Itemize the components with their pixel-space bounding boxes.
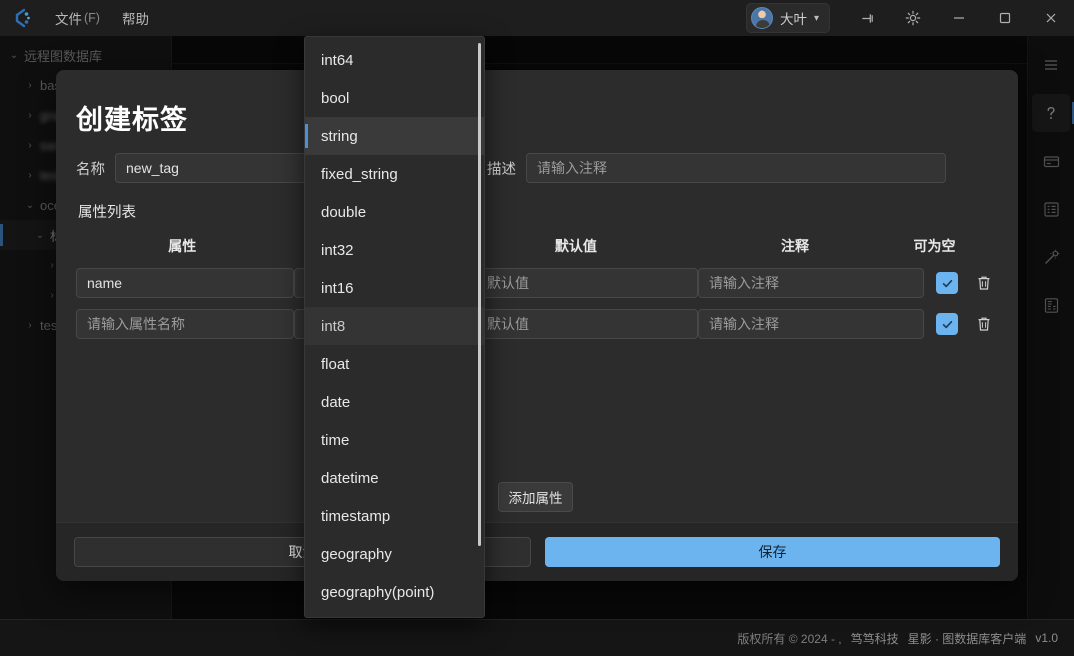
footer-company: 笃笃科技: [850, 631, 899, 646]
app-window: 文件 (F) 帮助 大叶 ▾ ⌄ 远程图数据库 › bas › › › ⌄ oc…: [0, 0, 1074, 656]
nullable-cell: [924, 313, 971, 335]
dropdown-option-bool[interactable]: bool: [305, 79, 484, 117]
save-button[interactable]: 保存: [545, 537, 1000, 567]
title-bar: 文件 (F) 帮助 大叶 ▾: [0, 0, 1074, 36]
gear-icon[interactable]: [890, 0, 936, 36]
dropdown-option-string[interactable]: string: [305, 117, 484, 155]
dropdown-option-fixed_string[interactable]: fixed_string: [305, 155, 484, 193]
name-label: 名称: [76, 161, 105, 178]
delete-cell: [971, 316, 998, 333]
menu-help-label: 帮助: [121, 12, 149, 27]
dropdown-option-double[interactable]: double: [305, 193, 484, 231]
attribute-cell: name: [76, 268, 294, 298]
dropdown-scrollbar[interactable]: [478, 43, 481, 546]
name-and-desc-row: 名称 new_tag 描述 请输入注释: [76, 153, 998, 183]
attribute-name-input[interactable]: 请输入属性名称: [76, 309, 294, 339]
dropdown-option-geography[interactable]: geography: [305, 535, 484, 573]
dropdown-option-timestamp[interactable]: timestamp: [305, 497, 484, 535]
dropdown-option-float[interactable]: float: [305, 345, 484, 383]
attribute-cell: 请输入属性名称: [76, 309, 294, 339]
column-header-default: 默认值: [554, 238, 597, 254]
attribute-table-header: 属性 默认值 注释 可为空: [76, 236, 998, 256]
default-value-input[interactable]: 默认值: [476, 309, 698, 339]
footer-product: 星影 · 图数据库客户端: [907, 631, 1027, 646]
pin-icon[interactable]: [844, 0, 890, 36]
user-name-label: 大叶: [779, 12, 807, 27]
default-value-input[interactable]: 默认值: [476, 268, 698, 298]
dropdown-option-date[interactable]: date: [305, 383, 484, 421]
menu-file-mnemonic: (F): [84, 11, 100, 25]
minimize-icon[interactable]: [936, 0, 982, 36]
trash-icon[interactable]: [976, 275, 992, 292]
chevron-down-icon: ▾: [813, 12, 819, 24]
menu-file-label: 文件: [55, 12, 82, 27]
dialog-footer: 取消 保存: [56, 522, 1018, 581]
column-header-attribute: 属性: [168, 238, 197, 254]
attribute-list-title: 属性列表: [78, 205, 136, 221]
description-input[interactable]: 请输入注释: [526, 153, 946, 183]
trash-icon[interactable]: [976, 316, 992, 333]
type-dropdown-list[interactable]: int64 bool string fixed_string double in…: [304, 36, 485, 618]
default-cell: 默认值: [476, 309, 698, 339]
dropdown-option-int16[interactable]: int16: [305, 269, 484, 307]
dropdown-option-int8[interactable]: int8: [305, 307, 484, 345]
avatar: [750, 7, 773, 29]
footer-bar: 版权所有 © 2024 - , 笃笃科技 星影 · 图数据库客户端 v1.0: [0, 619, 1074, 656]
table-row: 请输入属性名称 默认值 请输入注释: [76, 309, 998, 339]
nullable-checkbox[interactable]: [936, 272, 959, 294]
default-cell: 默认值: [476, 268, 698, 298]
table-row: name string 默认值 请输入注释: [76, 268, 998, 298]
comment-input[interactable]: 请输入注释: [698, 309, 924, 339]
menu-help[interactable]: 帮助: [111, 0, 160, 36]
close-icon[interactable]: [1028, 0, 1074, 36]
attribute-name-input[interactable]: name: [76, 268, 294, 298]
comment-cell: 请输入注释: [698, 309, 924, 339]
footer-version: v1.0: [1035, 631, 1058, 645]
dropdown-option-int32[interactable]: int32: [305, 231, 484, 269]
user-menu-button[interactable]: 大叶 ▾: [745, 3, 830, 33]
dialog-title: 创建标签: [76, 105, 188, 135]
dropdown-option-datetime[interactable]: datetime: [305, 459, 484, 497]
footer-copyright: 版权所有 © 2024 - ,: [737, 631, 842, 646]
dialog-body: 创建标签 名称 new_tag 描述 请输入注释 属性列表 属性 默认值 注释 …: [56, 70, 1018, 522]
dropdown-option-geography-point[interactable]: geography(point): [305, 573, 484, 611]
maximize-icon[interactable]: [982, 0, 1028, 36]
column-header-nullable: 可为空: [913, 238, 956, 254]
app-logo-icon: [0, 0, 44, 36]
nullable-checkbox[interactable]: [936, 313, 959, 335]
add-attribute-button[interactable]: 添加属性: [498, 482, 573, 512]
comment-cell: 请输入注释: [698, 268, 924, 298]
description-label: 描述: [487, 161, 516, 178]
comment-input[interactable]: 请输入注释: [698, 268, 924, 298]
create-tag-dialog: 创建标签 名称 new_tag 描述 请输入注释 属性列表 属性 默认值 注释 …: [56, 70, 1018, 581]
menu-file[interactable]: 文件 (F): [44, 0, 111, 36]
column-header-comment: 注释: [781, 238, 810, 254]
dropdown-option-int64[interactable]: int64: [305, 41, 484, 79]
delete-cell: [971, 275, 998, 292]
nullable-cell: [924, 272, 971, 294]
dropdown-option-time[interactable]: time: [305, 421, 484, 459]
